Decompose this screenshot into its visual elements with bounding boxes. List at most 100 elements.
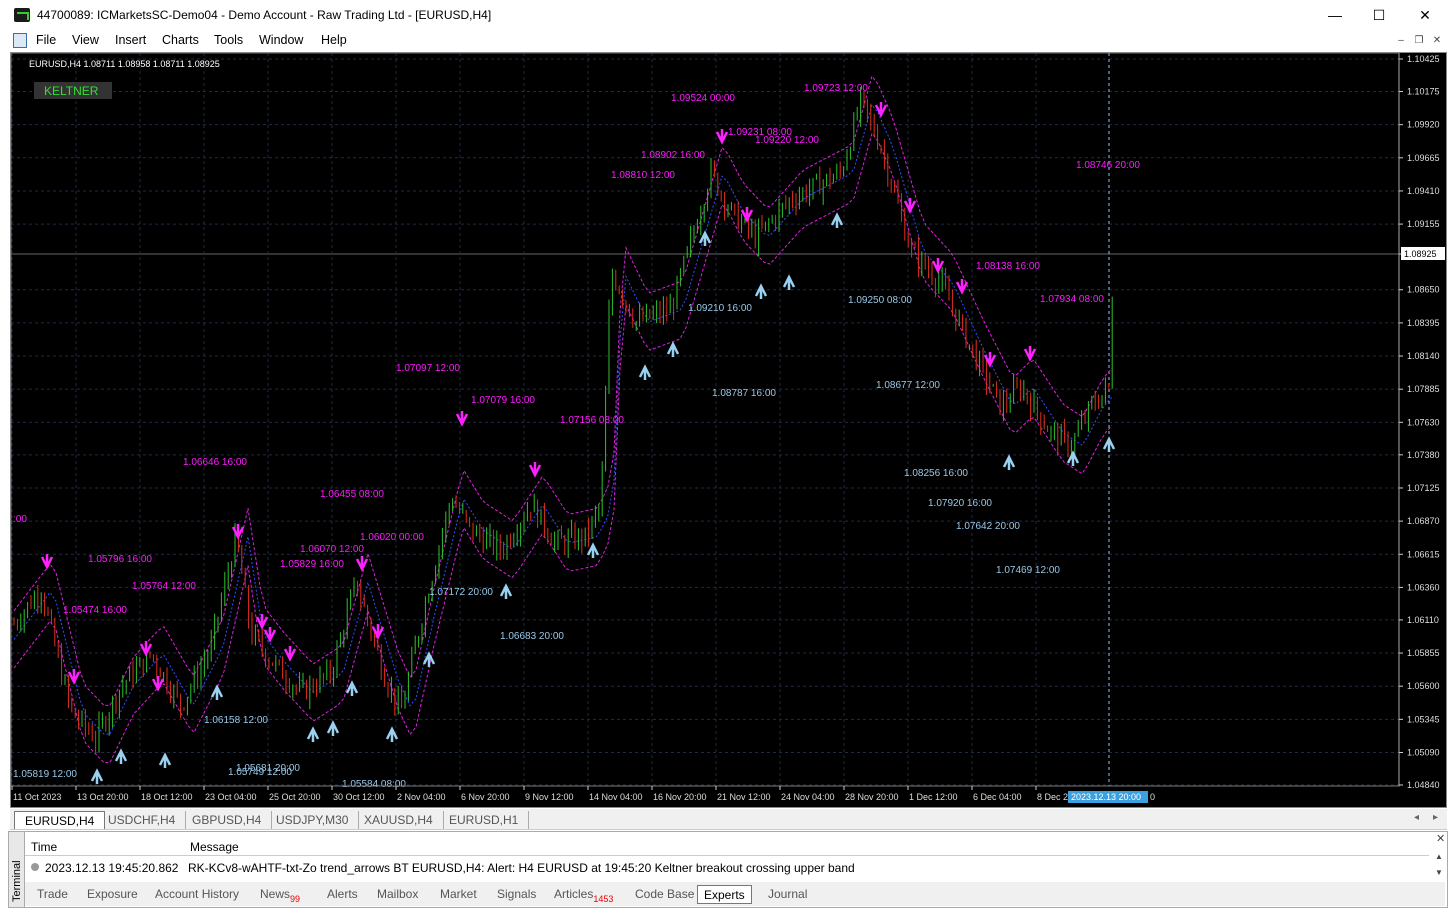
price-tick-label: 1.06870 xyxy=(1407,516,1440,526)
column-time[interactable]: Time xyxy=(31,840,57,854)
tab-journal[interactable]: Journal xyxy=(762,885,813,904)
price-tick-label: 1.06360 xyxy=(1407,582,1440,592)
column-message[interactable]: Message xyxy=(190,840,239,854)
swing-high-label: 1.08810 12:00 xyxy=(611,170,675,181)
swing-high-label: 1.06646 16:00 xyxy=(183,457,247,468)
chart-window[interactable]: 1.09524 00:00 1.09723 12:00 1.09231 08:00 1… xyxy=(10,52,1447,808)
chart-document-icon[interactable] xyxy=(13,33,27,48)
swing-low-label: 1.08256 16:00 xyxy=(904,468,968,479)
price-tick-label: 1.09155 xyxy=(1407,219,1440,229)
sell-arrow-icon xyxy=(874,102,888,118)
swing-high-label: 1.05796 16:00 xyxy=(88,554,152,565)
tab-experts[interactable]: Experts xyxy=(697,885,752,904)
tab-scroll-left-icon[interactable]: ◂ xyxy=(1414,812,1419,823)
terminal-panel: Terminal ✕ Time Message 2023.12.13 19:45… xyxy=(8,831,1448,908)
table-row[interactable]: 2023.12.13 19:45:20.862 RK-KCv8-wAHTF-tx… xyxy=(25,858,1429,880)
sell-arrow-icon xyxy=(1023,346,1037,362)
price-tick-label: 1.06615 xyxy=(1407,549,1440,559)
swing-high-label: 1.07097 12:00 xyxy=(396,363,460,374)
cursor-time-label: 2023.12.13 20:00 xyxy=(1071,792,1141,802)
swing-high-label: :00 xyxy=(13,514,27,525)
menu-tools[interactable]: Tools xyxy=(214,33,243,47)
buy-arrow-icon xyxy=(385,726,399,742)
time-tick-label: 0 xyxy=(1150,792,1155,802)
tab-exposure[interactable]: Exposure xyxy=(81,885,144,904)
price-tick-label: 1.08395 xyxy=(1407,318,1440,328)
articles-count-badge: 1453 xyxy=(593,894,614,904)
tab-scroll-right-icon[interactable]: ▸ xyxy=(1433,812,1438,823)
swing-high-label: 1.06020 00:00 xyxy=(360,532,424,543)
time-tick-label: 9 Nov 12:00 xyxy=(525,792,574,802)
sell-arrow-icon xyxy=(455,411,469,427)
terminal-header: Time Message xyxy=(25,836,1429,856)
swing-low-label: 1.05819 12:00 xyxy=(13,769,77,780)
swing-high-label: 1.05474 16:00 xyxy=(63,605,127,616)
mdi-restore-icon[interactable]: ❐ xyxy=(1412,34,1426,48)
swing-high-label: 1.07079 16:00 xyxy=(471,395,535,406)
menu-bar: File View Insert Charts Tools Window Hel… xyxy=(0,30,1456,52)
tab-news[interactable]: News99 xyxy=(254,885,306,904)
tab-market[interactable]: Market xyxy=(434,885,483,904)
scroll-down-icon[interactable]: ▼ xyxy=(1435,868,1443,877)
symbol-tab-eurusd-h4[interactable]: EURUSD,H4 xyxy=(14,811,106,829)
tab-articles[interactable]: Articles1453 xyxy=(548,885,619,904)
maximize-button[interactable]: ☐ xyxy=(1356,4,1402,26)
price-tick-label: 1.09665 xyxy=(1407,153,1440,163)
time-tick-label: 25 Oct 20:00 xyxy=(269,792,321,802)
swing-low-label: 1.08677 12:00 xyxy=(876,380,940,391)
title-bar: 44700089: ICMarketsSC-Demo04 - Demo Acco… xyxy=(0,0,1456,30)
tab-mailbox[interactable]: Mailbox xyxy=(371,885,424,904)
symbol-tab-gbpusd-h4[interactable]: GBPUSD,H4 xyxy=(182,811,273,829)
menu-view[interactable]: View xyxy=(72,33,99,47)
menu-charts[interactable]: Charts xyxy=(162,33,199,47)
time-tick-label: 2 Nov 04:00 xyxy=(397,792,446,802)
keltner-badge[interactable]: KELTNER xyxy=(44,84,99,98)
swing-low-label: 1.07469 12:00 xyxy=(996,565,1060,576)
sell-arrow-icon xyxy=(931,258,945,274)
symbol-tab-eurusd-h1[interactable]: EURUSD,H1 xyxy=(439,811,530,829)
symbol-tab-xauusd-h4[interactable]: XAUUSD,H4 xyxy=(354,811,444,829)
menu-insert[interactable]: Insert xyxy=(115,33,146,47)
sell-arrow-icon xyxy=(283,646,297,662)
swing-low-label: 1.06158 12:00 xyxy=(204,715,268,726)
price-tick-label: 1.07125 xyxy=(1407,483,1440,493)
swing-low-label: 1.06683 20:00 xyxy=(500,631,564,642)
menu-file[interactable]: File xyxy=(36,33,56,47)
time-tick-label: 13 Oct 20:00 xyxy=(77,792,129,802)
price-chart[interactable]: 1.09524 00:001.09723 12:001.09231 08:001… xyxy=(11,53,1446,807)
time-tick-label: 6 Dec 04:00 xyxy=(973,792,1022,802)
buy-arrow-icon xyxy=(782,274,796,290)
sell-arrow-icon xyxy=(255,614,269,630)
tab-alerts[interactable]: Alerts xyxy=(321,885,364,904)
time-tick-label: 24 Nov 04:00 xyxy=(781,792,835,802)
swing-high-label: 1.09524 00:00 xyxy=(671,93,735,104)
mdi-close-icon[interactable]: ✕ xyxy=(1430,34,1444,48)
tab-account-history[interactable]: Account History xyxy=(149,885,245,904)
scroll-up-icon[interactable]: ▲ xyxy=(1435,852,1443,861)
swing-high-label: 1.08138 16:00 xyxy=(976,261,1040,272)
buy-arrow-icon xyxy=(306,726,320,742)
swing-low-label: 1.07172 20:00 xyxy=(429,587,493,598)
buy-arrow-icon xyxy=(345,680,359,696)
keltner-lower-band xyxy=(13,132,1113,764)
terminal-side-label: Terminal xyxy=(9,832,25,907)
price-tick-label: 1.10175 xyxy=(1407,86,1440,96)
buy-arrow-icon xyxy=(666,341,680,357)
close-button[interactable]: ✕ xyxy=(1402,4,1448,26)
tab-code-base[interactable]: Code Base xyxy=(629,885,700,904)
tab-signals[interactable]: Signals xyxy=(491,885,542,904)
terminal-close-icon[interactable]: ✕ xyxy=(1436,832,1445,845)
minimize-button[interactable]: — xyxy=(1312,4,1358,26)
menu-help[interactable]: Help xyxy=(321,33,347,47)
news-count-badge: 99 xyxy=(290,894,301,904)
symbol-tab-usdjpy-m30[interactable]: USDJPY,M30 xyxy=(266,811,360,829)
tab-trade[interactable]: Trade xyxy=(31,885,74,904)
time-tick-label: 28 Nov 20:00 xyxy=(845,792,899,802)
chart-header: EURUSD,H4 1.08711 1.08958 1.08711 1.0892… xyxy=(29,59,220,69)
buy-arrow-icon xyxy=(638,364,652,380)
sell-arrow-icon xyxy=(67,669,81,685)
mdi-minimize-icon[interactable]: – xyxy=(1394,34,1408,48)
symbol-tab-usdchf-h4[interactable]: USDCHF,H4 xyxy=(98,811,187,829)
menu-window[interactable]: Window xyxy=(259,33,303,47)
log-status-icon xyxy=(31,863,39,871)
